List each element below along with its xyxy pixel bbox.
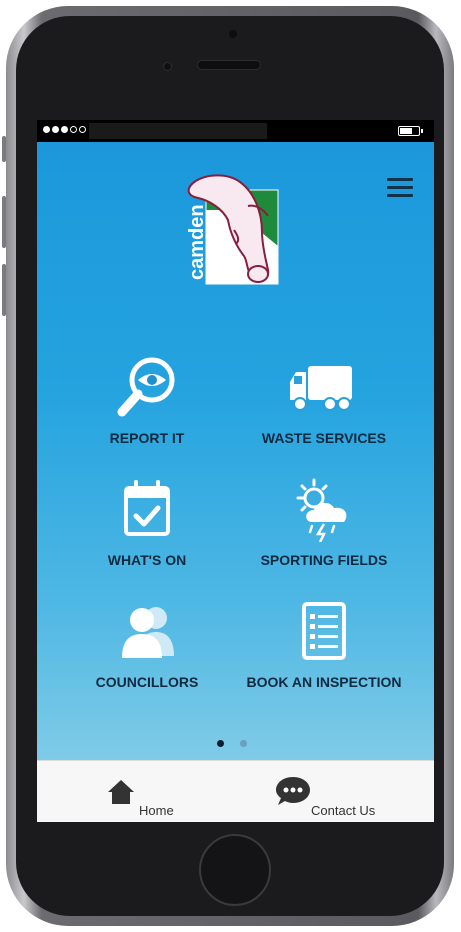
front-camera [163,62,172,71]
battery-icon [398,126,423,136]
checklist-icon [302,602,346,660]
bottom-tab-bar: Home Contact Us [37,760,434,822]
page-dot-active[interactable] [217,740,224,747]
page-indicator [217,740,247,747]
logo-text-council: council [212,272,243,283]
tab-label: Home [139,803,174,818]
magnifier-eye-icon [117,357,175,417]
truck-icon [290,366,352,411]
calendar-check-icon [124,480,170,536]
page-dot[interactable] [240,740,247,747]
menu-tile-label: COUNCILLORS [95,674,199,690]
people-icon [122,607,174,658]
hamburger-menu-icon[interactable] [387,178,413,198]
menu-tile-label: WHAT'S ON [107,552,187,568]
camden-council-logo: camden council [186,174,279,285]
volume-up-button [2,196,6,248]
menu-tile-whats-on[interactable]: WHAT'S ON [62,478,232,588]
earpiece-speaker [197,60,261,70]
app-screen: camden council REPORT IT WASTE SERVICES … [37,120,434,822]
proximity-sensor [229,30,237,38]
chat-bubble-icon [276,777,310,805]
menu-tile-label: SPORTING FIELDS [260,552,388,568]
volume-down-button [2,264,6,316]
menu-tile-label: BOOK AN INSPECTION [246,674,402,690]
logo-text-camden: camden [186,204,208,280]
carrier-name-redacted [89,123,267,139]
menu-tile-councillors[interactable]: COUNCILLORS [62,600,232,710]
menu-tile-waste-services[interactable]: WASTE SERVICES [239,356,409,466]
status-bar [37,120,434,142]
home-icon [108,780,134,804]
menu-tile-label: WASTE SERVICES [261,430,387,446]
signal-strength-icon [43,126,86,133]
weather-storm-icon [296,478,347,542]
home-menu-area: camden council REPORT IT WASTE SERVICES … [37,142,434,760]
menu-tile-sporting-fields[interactable]: SPORTING FIELDS [239,478,409,588]
menu-tile-report-it[interactable]: REPORT IT [62,356,232,466]
tab-contact-us[interactable]: Contact Us [275,761,395,822]
menu-tile-book-an-inspection[interactable]: BOOK AN INSPECTION [239,600,409,710]
tab-label: Contact Us [311,803,376,818]
home-hardware-button[interactable] [199,834,271,906]
mute-switch [2,136,6,162]
menu-tile-label: REPORT IT [109,430,185,446]
tab-home[interactable]: Home [107,761,217,822]
